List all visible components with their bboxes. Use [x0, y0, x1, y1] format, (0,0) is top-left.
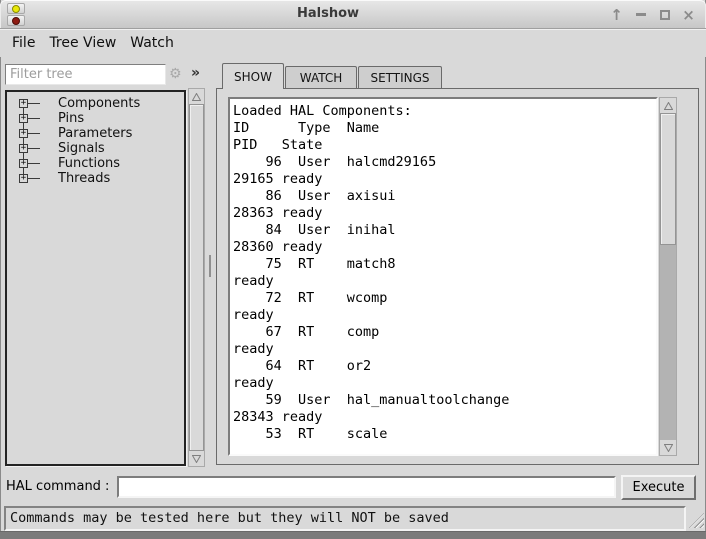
resize-grip[interactable]: [689, 513, 704, 528]
app-icon-top: [7, 3, 25, 14]
tree-stub-line: [28, 178, 40, 179]
window-bottom-border: [0, 531, 706, 539]
scroll-up-arrow-icon[interactable]: [660, 98, 676, 113]
hal-tree: + Components + Pins + Parameters +: [5, 90, 186, 466]
filter-expand-chevron-icon[interactable]: »: [191, 65, 200, 81]
minimize-button[interactable]: [633, 7, 648, 23]
tree-item-threads[interactable]: + Threads: [7, 171, 184, 186]
maximize-button[interactable]: [657, 7, 672, 23]
output-scrollbar-thumb[interactable]: [660, 113, 676, 245]
hal-components-output: Loaded HAL Components: ID Type Name PID …: [230, 99, 656, 443]
shade-button[interactable]: ↑: [609, 7, 624, 23]
tab-show[interactable]: SHOW: [222, 63, 284, 89]
execute-button[interactable]: Execute: [621, 475, 696, 500]
tree-stub-line: [28, 118, 40, 119]
tree-item-signals[interactable]: + Signals: [7, 141, 184, 156]
scroll-down-arrow-icon[interactable]: [660, 440, 676, 455]
tree-label[interactable]: Components: [58, 96, 140, 111]
tree-stub-line: [28, 103, 40, 104]
tab-settings[interactable]: SETTINGS: [358, 66, 442, 89]
app-icon-bottom: [7, 15, 25, 26]
halshow-window: Halshow ↑ × File Tree View Watch ⚙ » + C…: [0, 0, 706, 539]
scroll-down-arrow-icon[interactable]: [189, 451, 204, 466]
expand-plus-icon[interactable]: +: [19, 99, 28, 108]
expand-plus-icon[interactable]: +: [19, 114, 28, 123]
menubar: File Tree View Watch: [0, 29, 706, 57]
expand-plus-icon[interactable]: +: [19, 144, 28, 153]
window-controls: ↑ ×: [609, 0, 696, 29]
scroll-up-arrow-icon[interactable]: [189, 89, 204, 104]
titlebar[interactable]: Halshow ↑ ×: [0, 0, 706, 29]
red-light-icon: [12, 17, 20, 25]
main-area: ⚙ » + Components + Pins + Para: [0, 57, 706, 531]
tree-stub-line: [28, 163, 40, 164]
menu-watch[interactable]: Watch: [123, 35, 181, 51]
window-title: Halshow: [60, 6, 596, 21]
tree-stub-line: [28, 148, 40, 149]
tree-label[interactable]: Pins: [58, 111, 84, 126]
tree-item-functions[interactable]: + Functions: [7, 156, 184, 171]
hal-command-label: HAL command :: [6, 479, 109, 494]
tree-label[interactable]: Parameters: [58, 126, 132, 141]
window-menu-button[interactable]: [7, 3, 25, 27]
tree-item-components[interactable]: + Components: [7, 96, 184, 111]
filter-settings-gear-icon[interactable]: ⚙: [169, 66, 182, 82]
maximize-icon: [660, 10, 670, 20]
tree-item-pins[interactable]: + Pins: [7, 111, 184, 126]
tree-scrollbar-thumb[interactable]: [189, 104, 204, 451]
tree-label[interactable]: Signals: [58, 141, 105, 156]
status-message: Commands may be tested here but they wil…: [4, 506, 686, 531]
tab-watch[interactable]: WATCH: [285, 66, 357, 89]
tree-label[interactable]: Threads: [58, 171, 110, 186]
tree-stub-line: [28, 133, 40, 134]
expand-plus-icon[interactable]: +: [19, 159, 28, 168]
menu-file[interactable]: File: [5, 35, 42, 51]
tree-scrollbar[interactable]: [188, 88, 205, 467]
close-button[interactable]: ×: [681, 7, 696, 23]
yellow-light-icon: [12, 5, 20, 13]
pane-sash-handle[interactable]: [209, 255, 211, 277]
tree-item-parameters[interactable]: + Parameters: [7, 126, 184, 141]
show-output-textarea[interactable]: Loaded HAL Components: ID Type Name PID …: [228, 97, 658, 456]
minimize-icon: [636, 13, 646, 16]
expand-plus-icon[interactable]: +: [19, 129, 28, 138]
output-scrollbar[interactable]: [659, 97, 677, 456]
menu-tree-view[interactable]: Tree View: [42, 35, 123, 51]
filter-tree-input[interactable]: [5, 64, 166, 85]
hal-command-input[interactable]: [117, 476, 616, 498]
tree-label[interactable]: Functions: [58, 156, 120, 171]
expand-plus-icon[interactable]: +: [19, 174, 28, 183]
